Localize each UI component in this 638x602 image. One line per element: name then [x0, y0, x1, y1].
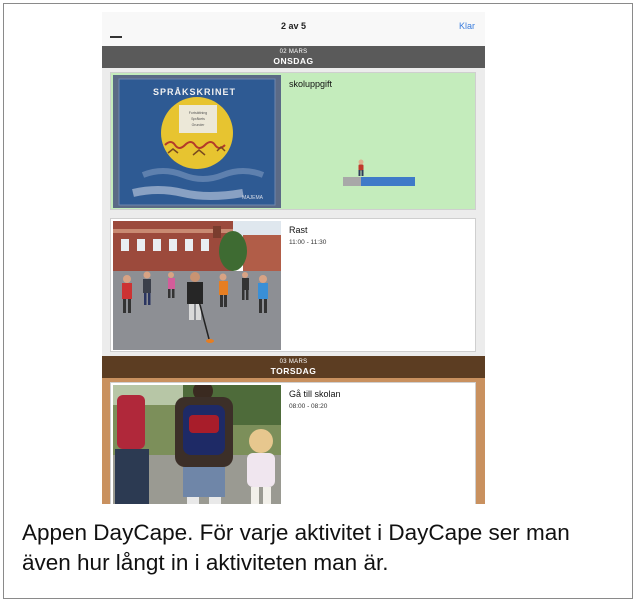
activity-title: Gå till skolan — [289, 389, 341, 399]
menu-handle-icon[interactable] — [110, 36, 122, 38]
children-walking-photo — [113, 385, 281, 504]
activity-time: 11:00 - 11:30 — [289, 239, 327, 246]
publisher-text: MAJEMA — [242, 195, 264, 201]
day-header-torsdag: 03 MARS TORSDAG — [102, 356, 485, 378]
day-date: 03 MARS — [279, 359, 308, 365]
day-date: 02 MARS — [279, 49, 308, 55]
schoolyard-photo — [113, 221, 281, 350]
activity-card-skoluppgift[interactable]: SPRÅKSKRINET Fortsättning Språkets Grund… — [110, 72, 476, 210]
svg-text:Språkets: Språkets — [191, 117, 205, 121]
svg-text:Grunder: Grunder — [192, 123, 206, 127]
activity-title: Rast — [289, 225, 308, 235]
day-header-onsdag: 02 MARS ONSDAG — [102, 46, 485, 68]
app-screenshot: 2 av 5 Klar 02 MARS ONSDAG SPRÅKSKRINET … — [102, 12, 485, 504]
figure-caption: Appen DayCape. För varje aktivitet i Day… — [22, 520, 570, 575]
page-indicator: 2 av 5 — [280, 21, 307, 31]
day-weekday: TORSDAG — [270, 366, 317, 376]
activity-card-rast[interactable]: Rast 11:00 - 11:30 — [110, 218, 476, 352]
book-title-text: SPRÅKSKRINET — [153, 87, 236, 97]
day-weekday: ONSDAG — [273, 56, 314, 66]
done-button[interactable]: Klar — [459, 21, 475, 31]
svg-text:Fortsättning: Fortsättning — [189, 111, 208, 115]
progress-fill — [361, 177, 415, 186]
navigation-bar: 2 av 5 Klar — [102, 12, 485, 47]
activity-card-ga-till-skolan[interactable]: Gå till skolan 08:00 - 08:20 — [110, 382, 476, 504]
figure-frame: 2 av 5 Klar 02 MARS ONSDAG SPRÅKSKRINET … — [3, 3, 633, 599]
activity-title: skoluppgift — [289, 79, 333, 89]
activity-time: 08:00 - 08:20 — [289, 403, 328, 410]
book-cover-image: SPRÅKSKRINET Fortsättning Språkets Grund… — [113, 75, 281, 208]
progress-person-icon — [355, 159, 367, 177]
